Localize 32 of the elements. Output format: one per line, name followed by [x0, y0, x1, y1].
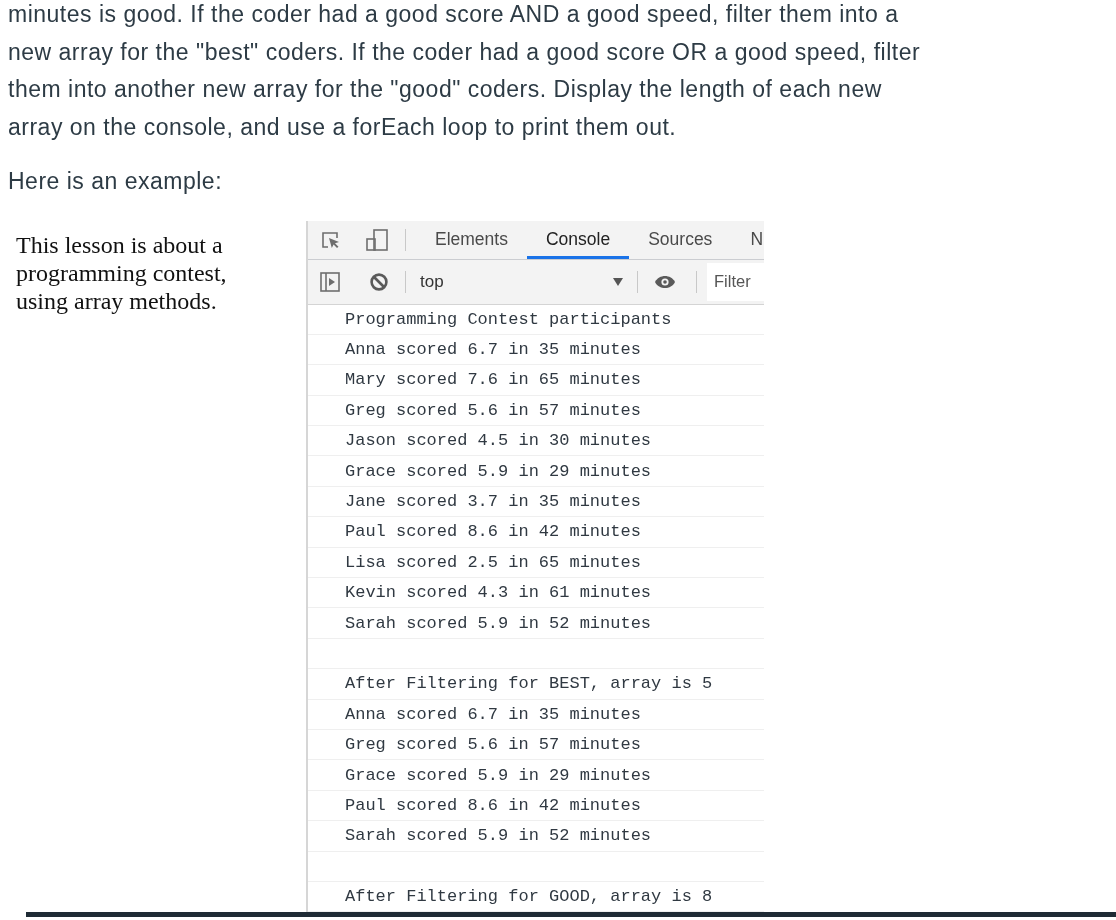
console-message: Grace scored 5.9 in 29 minutes — [345, 765, 652, 785]
console-message: Paul scored 8.6 in 42 minutes — [345, 795, 641, 815]
sidebar-icon[interactable] — [320, 271, 340, 292]
console-message: After Filtering for GOOD, array is 8 — [345, 887, 713, 907]
instruction-text: Here is an example: — [7, 167, 224, 196]
devtools-tab[interactable]: Elements — [416, 220, 527, 259]
console-message: Anna scored 6.7 in 35 minutes — [345, 704, 641, 724]
filter-field[interactable]: Filter — [707, 262, 764, 301]
console-message: Programming Contest participants — [345, 309, 672, 329]
eye-icon[interactable] — [654, 274, 676, 289]
devtools-tab[interactable]: N — [731, 220, 764, 259]
devtools-tab[interactable]: Sources — [629, 220, 732, 259]
console-message: Sarah scored 5.9 in 52 minutes — [345, 826, 652, 846]
console-message: Lisa scored 2.5 in 65 minutes — [345, 552, 641, 572]
console-message: Kevin scored 4.3 in 61 minutes — [345, 583, 652, 603]
console-message: Sarah scored 5.9 in 52 minutes — [345, 613, 652, 633]
circle-slash-icon[interactable] — [370, 272, 388, 291]
caret-icon — [613, 277, 623, 286]
console-message: Greg scored 5.6 in 57 minutes — [345, 400, 641, 420]
console-message: Mary scored 7.6 in 65 minutes — [345, 370, 641, 390]
context-selector[interactable]: top — [406, 266, 631, 297]
console-message: Jane scored 3.7 in 35 minutes — [345, 492, 641, 512]
console-message: Greg scored 5.6 in 57 minutes — [345, 735, 641, 755]
console-message: After Filtering for BEST, array is 5 — [345, 674, 713, 694]
console-message: Anna scored 6.7 in 35 minutes — [345, 340, 641, 360]
instruction-text: minutes is good. If the coder had a good score AND a good speed, filter them into a new array for the "best" coders. If the coder had a good score OR a good speed, filter them into another new array for the "good" coders. Display the length of each new array on the console, and use a forEach loop to print them out. — [7, 0, 922, 142]
console-message: Jason scored 4.5 in 30 minutes — [345, 431, 652, 451]
console-message: Paul scored 8.6 in 42 minutes — [345, 522, 641, 542]
cursor-in-box-icon[interactable] — [322, 231, 340, 248]
page-text: This lesson is about a programming contest, using array methods. — [16, 230, 228, 315]
console-message: Grace scored 5.9 in 29 minutes — [345, 461, 652, 481]
device-icon[interactable] — [366, 228, 388, 251]
